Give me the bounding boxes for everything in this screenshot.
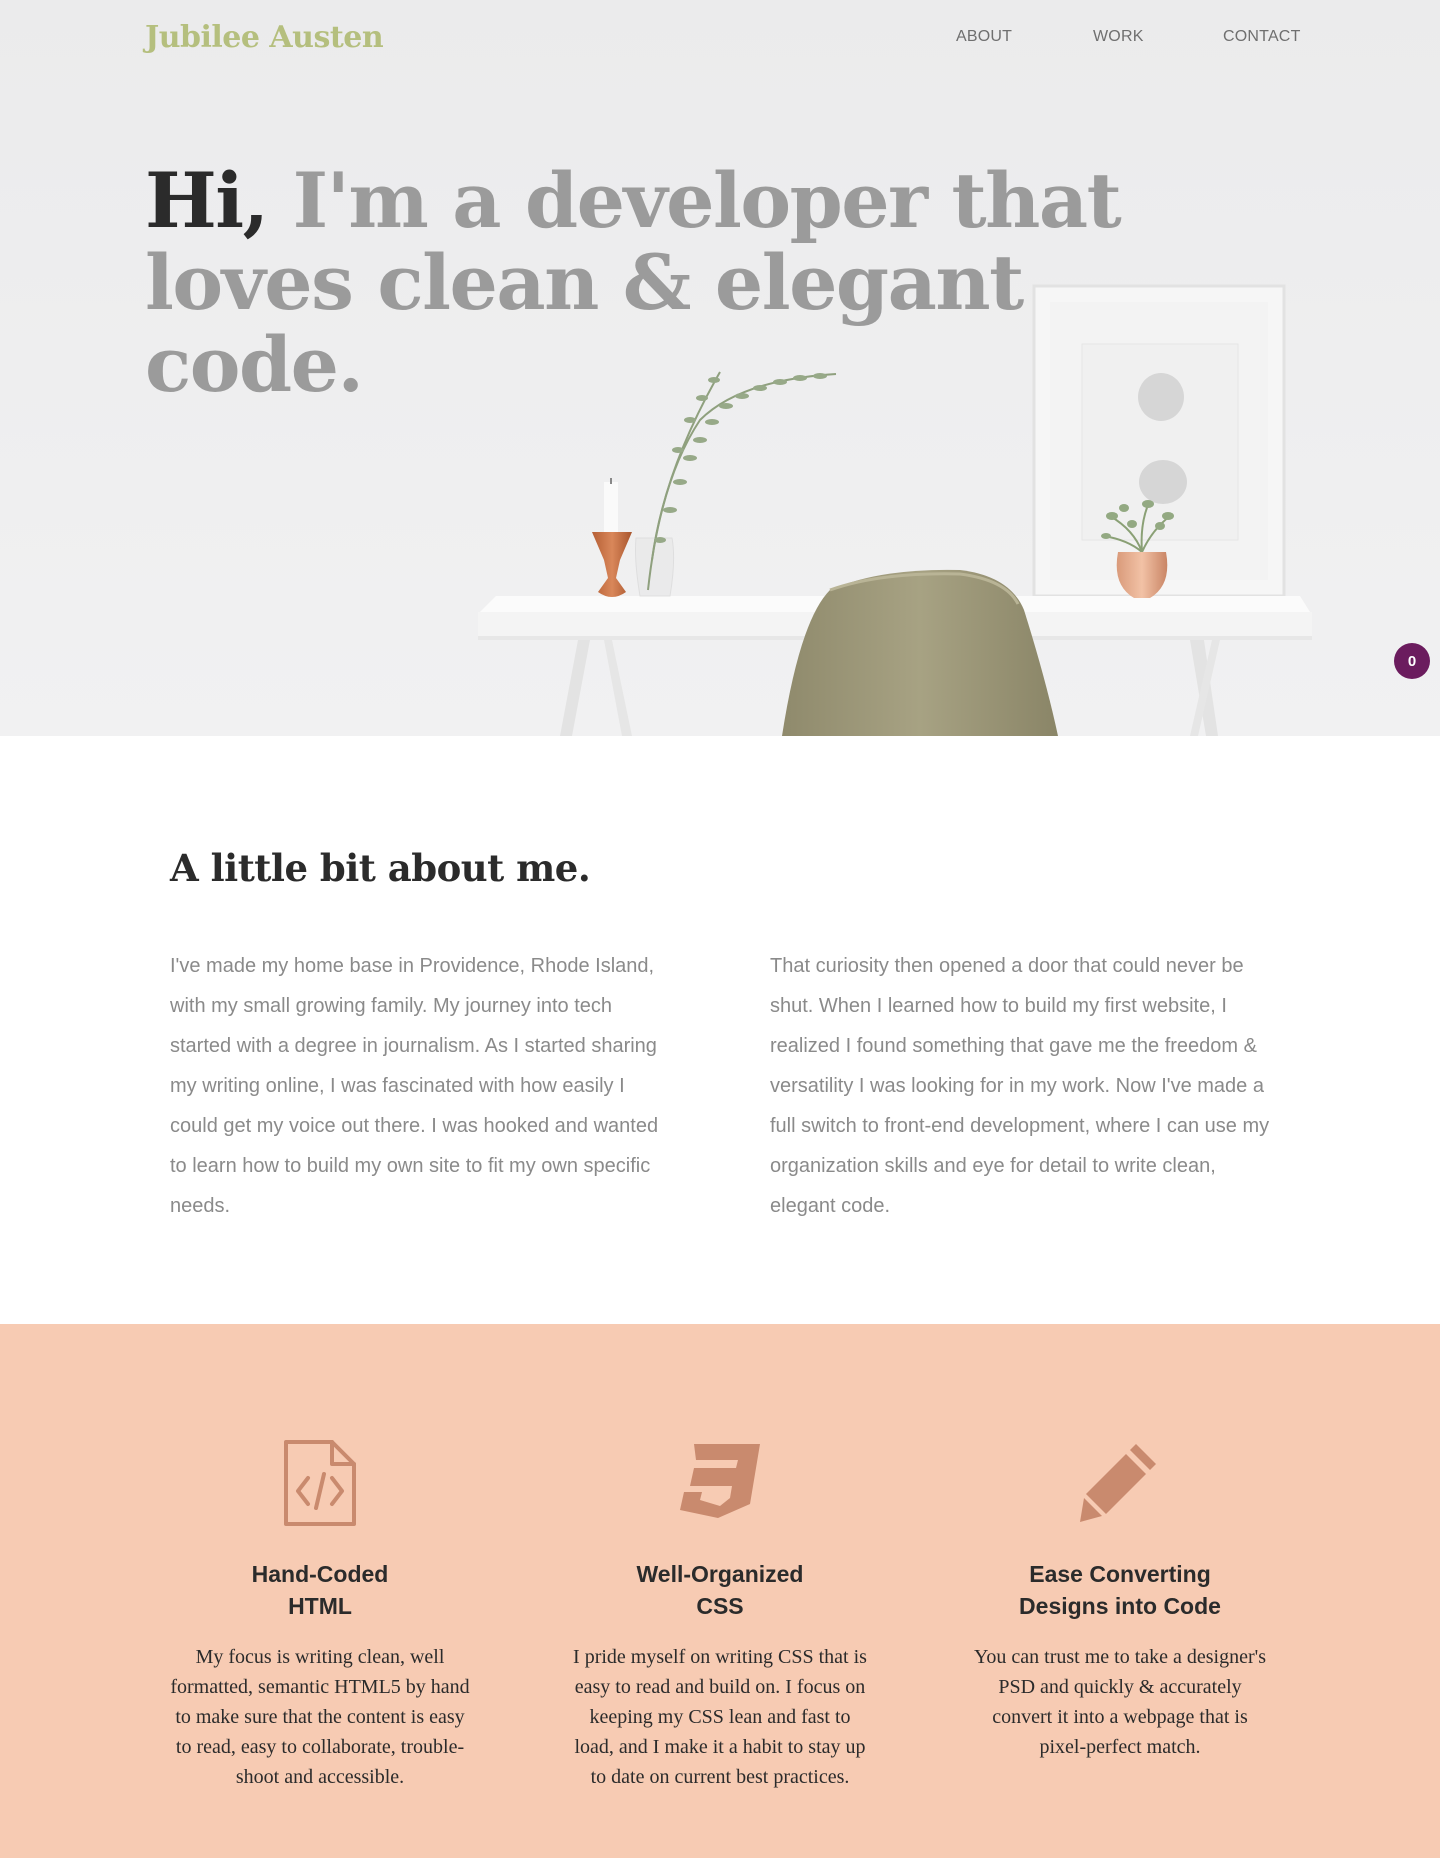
hero-headline: Hi, I'm a developer that loves clean & e… (145, 160, 1245, 406)
skill-title-design: Ease Converting Designs into Code (960, 1558, 1280, 1622)
html-file-code-icon (284, 1440, 356, 1526)
nav-link-about[interactable]: ABOUT (956, 28, 1012, 46)
skill-title-line1: Well-Organized (636, 1561, 804, 1587)
skills-section: Hand-Coded HTML My focus is writing clean… (0, 1324, 1440, 1858)
skill-title-line1: Ease Converting (1029, 1561, 1211, 1587)
hero-greeting: Hi, (145, 156, 269, 245)
about-section: A little bit about me. I've made my home… (0, 736, 1440, 1324)
main-nav: ABOUT WORK CONTACT (0, 28, 1440, 52)
skill-title-css: Well-Organized CSS (560, 1558, 880, 1622)
skill-title-line2: Designs into Code (1019, 1593, 1221, 1619)
about-paragraph-1: I've made my home base in Providence, Rh… (170, 955, 659, 1217)
skill-title-line2: HTML (288, 1593, 352, 1619)
about-paragraph-2: That curiosity then opened a door that c… (770, 955, 1270, 1217)
skill-text-html: My focus is writing clean, well formatte… (170, 1646, 470, 1788)
notification-badge[interactable]: 0 (1394, 643, 1430, 679)
nav-link-work[interactable]: WORK (1093, 28, 1144, 46)
skill-title-html: Hand-Coded HTML (160, 1558, 480, 1622)
nav-link-contact[interactable]: CONTACT (1223, 28, 1301, 46)
skill-title-line2: CSS (696, 1593, 744, 1619)
css3-icon (680, 1444, 760, 1518)
pencil-icon (1080, 1444, 1156, 1522)
skill-text-css: I pride myself on writing CSS that is ea… (573, 1646, 867, 1788)
skill-title-line1: Hand-Coded (251, 1561, 389, 1587)
hero-headline-text: I'm a developer that loves clean & elega… (145, 156, 1122, 409)
about-title: A little bit about me. (170, 846, 591, 890)
skill-text-design: You can trust me to take a designer's PS… (973, 1646, 1267, 1758)
hero-section: Jubilee Austen ABOUT WORK CONTACT Hi, I'… (0, 0, 1440, 736)
